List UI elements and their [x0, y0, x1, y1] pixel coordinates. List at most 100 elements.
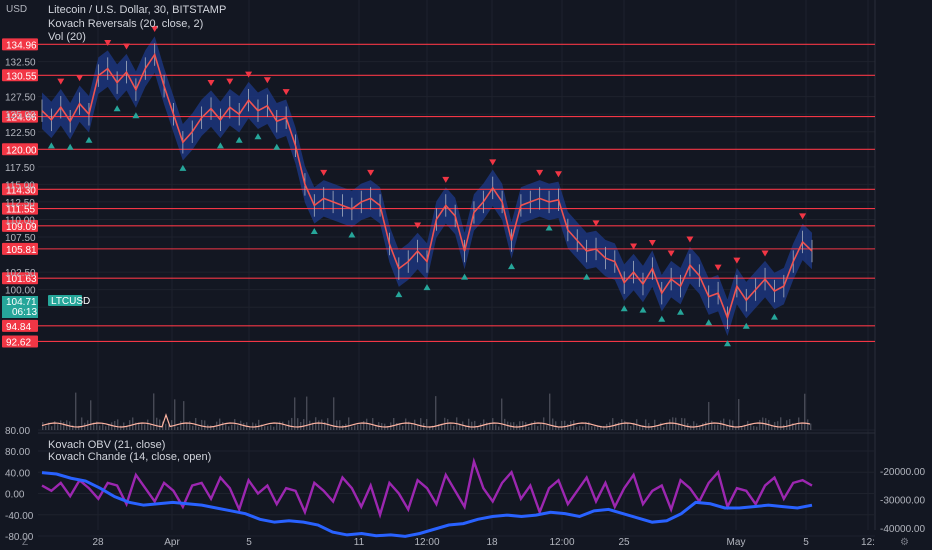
volume-bar	[291, 417, 293, 430]
up-marker	[461, 273, 469, 280]
x-tick-label: 28	[92, 537, 104, 548]
indicator-label-chande[interactable]: Kovach Chande (14, close, open)	[48, 451, 211, 463]
lower-y-tick-label: -40.00	[5, 511, 34, 522]
up-marker	[179, 164, 187, 171]
volume-bar	[801, 423, 803, 430]
volume-bar	[189, 421, 191, 430]
y-tick-label: 115.00	[5, 180, 35, 191]
up-marker	[677, 308, 685, 315]
volume-bar	[795, 423, 797, 430]
up-marker	[310, 228, 318, 234]
down-marker	[263, 77, 271, 84]
down-marker	[104, 40, 112, 47]
volume-bar	[426, 418, 428, 430]
x-tick-label: Apr	[164, 537, 180, 548]
volume-bar	[222, 422, 224, 430]
volume-bar	[777, 421, 779, 430]
volume-bar	[45, 425, 47, 430]
up-marker	[235, 136, 243, 143]
y-tick-label: 107.50	[5, 233, 36, 244]
volume-bar	[528, 426, 530, 430]
volume-bar	[75, 392, 77, 430]
up-marker	[508, 263, 516, 270]
volume-bar	[411, 423, 413, 430]
volume-bar	[681, 417, 683, 430]
volume-bar	[540, 422, 542, 430]
volume-bar	[348, 417, 350, 430]
down-marker	[282, 89, 290, 96]
volume-bar	[228, 426, 230, 430]
down-marker	[554, 171, 562, 178]
volume-bar	[351, 426, 353, 430]
volume-bar	[402, 425, 404, 430]
volume-bar	[663, 426, 665, 430]
currency-label: USD	[6, 4, 28, 15]
volume-bar	[657, 426, 659, 430]
volume-bar	[177, 426, 179, 430]
level-tag-value: 105.81	[6, 245, 37, 256]
volume-bar	[108, 424, 110, 430]
volume-bar	[156, 417, 158, 430]
price-tag-countdown: 06:13	[12, 307, 37, 318]
volume-bar	[258, 419, 260, 430]
down-marker	[714, 264, 722, 271]
x-tick-label: 12:00	[549, 537, 574, 548]
volume-bar	[651, 426, 653, 430]
volume-bar	[690, 425, 692, 430]
volume-bar	[705, 421, 707, 430]
down-marker	[207, 80, 215, 87]
volume-bar	[576, 426, 578, 430]
indicator-label-reversals[interactable]: Kovach Reversals (20, close, 2)	[48, 18, 203, 30]
volume-bar	[786, 420, 788, 430]
x-tick-label: May	[727, 537, 746, 548]
volume-bar	[114, 420, 116, 430]
volume-bar	[684, 418, 686, 430]
volume-bar	[219, 418, 221, 430]
volume-bar	[285, 425, 287, 430]
down-marker	[123, 43, 131, 50]
right-y-tick-label: -40000.00	[880, 524, 925, 535]
volume-bar	[420, 418, 422, 430]
volume-bar	[807, 419, 809, 430]
volume-bar	[591, 426, 593, 430]
volume-bar	[147, 419, 149, 430]
y-tick-label: 122.50	[5, 128, 36, 139]
volume-bar	[495, 424, 497, 430]
volume-bar	[453, 425, 455, 430]
up-marker	[423, 284, 431, 291]
volume-bar	[435, 396, 437, 430]
y-tick-label: 102.50	[5, 268, 36, 279]
down-marker	[536, 169, 544, 176]
up-marker	[770, 313, 778, 320]
indicator-label-volume[interactable]: Vol (20)	[48, 31, 86, 43]
down-marker	[442, 176, 450, 183]
volume-bar	[282, 421, 284, 430]
volume-bar	[534, 420, 536, 430]
volume-bar	[393, 417, 395, 430]
volume-bar	[513, 422, 515, 430]
y-tick-label: 110.00	[5, 215, 35, 226]
volume-bar	[471, 421, 473, 430]
volume-bar	[567, 424, 569, 430]
volume-bar	[738, 399, 740, 430]
volume-bar	[339, 420, 341, 430]
volume-bar	[732, 420, 734, 430]
volume-bar	[357, 424, 359, 430]
y-tick-label: 127.50	[5, 93, 36, 104]
down-marker	[667, 250, 675, 257]
volume-bar	[729, 419, 731, 430]
volume-bar	[270, 425, 272, 430]
lower-y-tick-label: -80.00	[5, 532, 34, 543]
volume-bar	[519, 421, 521, 430]
up-marker	[705, 319, 713, 326]
x-tick-label: 11	[354, 537, 365, 548]
volume-bar	[102, 423, 104, 430]
volume-bar	[789, 419, 791, 430]
y-tick-label: 80.00	[5, 426, 30, 437]
down-marker	[226, 78, 234, 85]
volume-bar	[120, 425, 122, 430]
volume-bar	[630, 425, 632, 430]
volume-bar	[780, 417, 782, 430]
indicator-label-obv[interactable]: Kovach OBV (21, close)	[48, 439, 165, 451]
down-marker	[761, 250, 769, 257]
